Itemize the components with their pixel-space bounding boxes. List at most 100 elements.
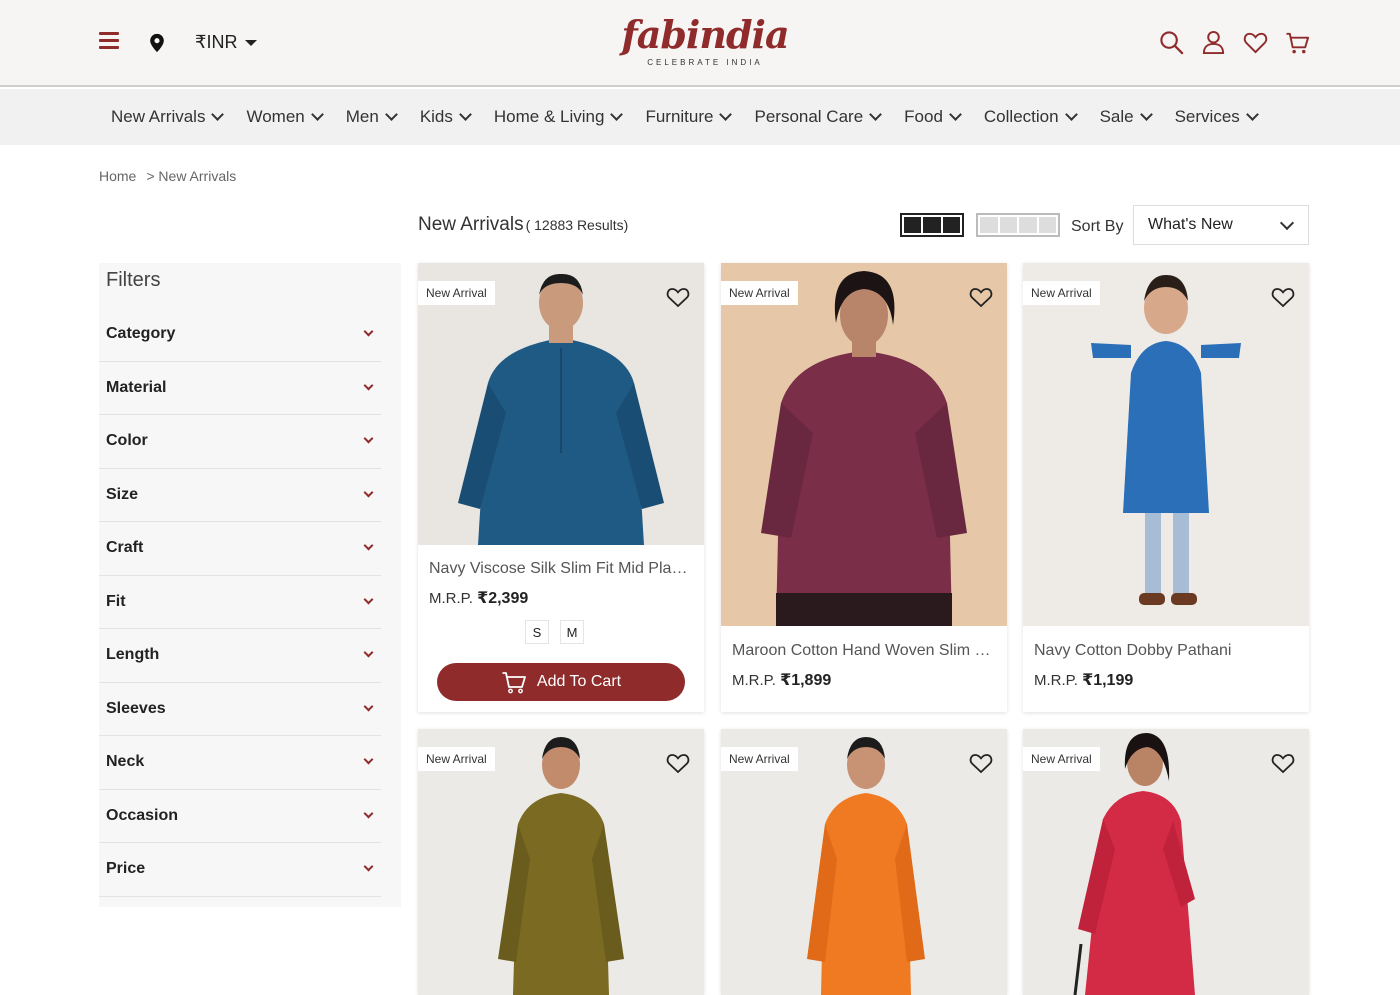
filter-category[interactable]: Category <box>99 308 381 362</box>
nav-item-home-living[interactable]: Home & Living <box>494 107 624 127</box>
wishlist-heart-icon[interactable] <box>1243 30 1268 55</box>
results-heading: New Arrivals ( 12883 Results) <box>418 214 628 236</box>
filter-material[interactable]: Material <box>99 362 381 415</box>
grid-view-3-columns-button[interactable] <box>900 213 964 237</box>
product-card[interactable]: New Arrival <box>721 729 1007 995</box>
filter-neck[interactable]: Neck <box>99 736 381 790</box>
filter-label: Color <box>106 432 148 450</box>
filter-fit[interactable]: Fit <box>99 576 381 629</box>
product-card[interactable]: New Arrival Maroon Cotton Hand Woven Sli… <box>721 263 1007 712</box>
nav-item-services[interactable]: Services <box>1174 107 1259 127</box>
nav-item-food[interactable]: Food <box>904 107 962 127</box>
nav-item-personal-care[interactable]: Personal Care <box>754 107 883 127</box>
chevron-down-icon <box>459 108 472 121</box>
product-image[interactable] <box>1023 263 1309 626</box>
wishlist-heart-icon[interactable] <box>969 752 993 774</box>
sort-by-label: Sort By <box>1071 218 1124 235</box>
product-price: M.R.P. ₹1,899 <box>732 670 831 690</box>
sort-dropdown[interactable]: What's New <box>1133 205 1309 245</box>
product-card[interactable]: New Arrival <box>1023 729 1309 995</box>
filter-label: Sleeves <box>106 699 166 717</box>
currency-selector[interactable]: ₹INR <box>195 32 258 53</box>
chevron-down-icon <box>363 540 374 551</box>
filter-price[interactable]: Price <box>99 843 381 897</box>
menu-icon[interactable] <box>99 32 119 50</box>
filter-label: Craft <box>106 539 144 557</box>
chevron-down-icon <box>1245 108 1259 121</box>
user-icon[interactable] <box>1201 30 1226 55</box>
mrp-label: M.R.P. <box>429 590 473 607</box>
chevron-down-icon <box>363 701 374 712</box>
filter-sleeves[interactable]: Sleeves <box>99 683 381 736</box>
size-option-m[interactable]: M <box>560 620 584 644</box>
nav-item-collection[interactable]: Collection <box>984 107 1078 127</box>
chevron-down-icon <box>363 594 374 605</box>
filter-label: Material <box>106 378 167 396</box>
chevron-down-icon <box>211 108 225 121</box>
product-card[interactable]: New Arrival Navy Cotton Dobby Pathani M.… <box>1023 263 1309 712</box>
price-value: ₹1,199 <box>1082 672 1134 689</box>
wishlist-heart-icon[interactable] <box>666 286 690 308</box>
nav-item-women[interactable]: Women <box>246 107 324 127</box>
chevron-down-icon <box>363 380 374 391</box>
filter-label: Occasion <box>106 806 179 824</box>
nav-label: Sale <box>1099 107 1134 126</box>
filter-occasion[interactable]: Occasion <box>99 790 381 843</box>
chevron-down-icon <box>949 108 962 121</box>
wishlist-heart-icon[interactable] <box>1271 752 1295 774</box>
nav-label: Men <box>345 107 379 126</box>
filter-label: Length <box>106 646 160 664</box>
product-name[interactable]: Navy Viscose Silk Slim Fit Mid Placket K… <box>429 560 693 578</box>
filter-color[interactable]: Color <box>99 415 381 469</box>
new-arrival-badge: New Arrival <box>418 747 495 771</box>
chevron-down-icon <box>719 108 733 121</box>
product-price: M.R.P. ₹1,199 <box>1034 670 1133 690</box>
add-to-cart-button[interactable]: Add To Cart <box>437 663 685 701</box>
nav-item-furniture[interactable]: Furniture <box>645 107 733 127</box>
location-pin-icon[interactable] <box>148 33 166 53</box>
top-header: ₹INR fabindia CELEBRATE INDIA <box>0 0 1400 87</box>
wishlist-heart-icon[interactable] <box>969 286 993 308</box>
product-image[interactable] <box>418 263 704 545</box>
logo-tagline: CELEBRATE INDIA <box>647 58 763 67</box>
new-arrival-badge: New Arrival <box>418 281 495 305</box>
nav-item-sale[interactable]: Sale <box>1099 107 1153 127</box>
product-price: M.R.P. ₹2,399 <box>429 588 528 608</box>
filter-length[interactable]: Length <box>99 629 381 683</box>
product-name[interactable]: Maroon Cotton Hand Woven Slim Fit Kurti <box>732 642 996 660</box>
filter-label: Category <box>106 325 176 343</box>
product-name[interactable]: Navy Cotton Dobby Pathani <box>1034 642 1298 660</box>
product-card[interactable]: New Arrival Navy Viscose Silk Slim Fit M… <box>418 263 704 712</box>
breadcrumb-home-link[interactable]: Home <box>99 168 136 184</box>
chevron-down-icon <box>869 108 883 121</box>
filter-size[interactable]: Size <box>99 469 381 522</box>
fabindia-logo[interactable]: fabindia CELEBRATE INDIA <box>620 14 790 74</box>
nav-item-kids[interactable]: Kids <box>419 107 472 127</box>
nav-label: Kids <box>419 107 453 126</box>
chevron-down-icon <box>363 433 374 444</box>
search-icon[interactable] <box>1159 30 1184 55</box>
header-actions <box>1159 30 1310 55</box>
mrp-label: M.R.P. <box>732 672 776 689</box>
cart-icon[interactable] <box>1285 30 1310 55</box>
grid-view-4-columns-button[interactable] <box>976 213 1060 237</box>
new-arrival-badge: New Arrival <box>721 281 798 305</box>
price-value: ₹2,399 <box>477 590 529 607</box>
nav-item-men[interactable]: Men <box>345 107 398 127</box>
nav-label: New Arrivals <box>111 107 206 126</box>
chevron-down-icon <box>1139 108 1153 121</box>
main-navigation: New Arrivals Women Men Kids Home & Livin… <box>0 89 1400 145</box>
filter-craft[interactable]: Craft <box>99 522 381 576</box>
wishlist-heart-icon[interactable] <box>666 752 690 774</box>
product-image[interactable] <box>721 263 1007 626</box>
chevron-down-icon <box>363 808 374 819</box>
breadcrumb-current[interactable]: > New Arrivals <box>146 168 236 184</box>
results-title: New Arrivals <box>418 214 524 235</box>
chevron-down-icon <box>1279 215 1295 230</box>
results-count: ( 12883 Results) <box>525 217 629 233</box>
nav-label: Services <box>1174 107 1240 126</box>
nav-item-new-arrivals[interactable]: New Arrivals <box>111 107 225 127</box>
product-card[interactable]: New Arrival <box>418 729 704 995</box>
size-option-s[interactable]: S <box>525 620 549 644</box>
wishlist-heart-icon[interactable] <box>1271 286 1295 308</box>
